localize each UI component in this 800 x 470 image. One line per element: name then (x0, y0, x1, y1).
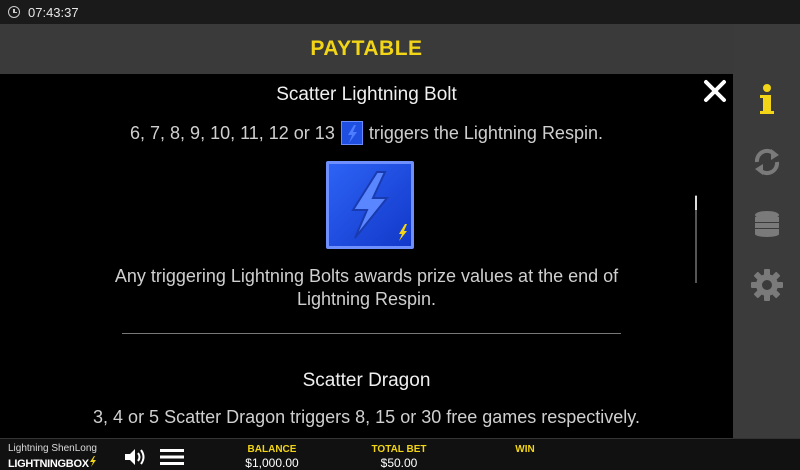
menu-icon[interactable] (160, 448, 184, 466)
game-name: Lightning ShenLong (8, 443, 97, 454)
info-button[interactable] (733, 70, 800, 130)
lightning-bolt-mini-icon (340, 121, 363, 145)
paytable-header: PAYTABLE (0, 24, 733, 74)
total-bet-value: $50.00 (380, 456, 418, 470)
scatter-bolt-title: Scatter Lightning Bolt (276, 84, 457, 105)
scrollbar-thumb[interactable] (695, 196, 697, 210)
gear-icon (750, 269, 783, 301)
lightning-bolt-symbol-icon (326, 161, 414, 249)
brand-logo: LIGHTNINGBOX (8, 456, 97, 470)
win-label: WIN (515, 444, 535, 455)
bolt-logo-icon (89, 456, 96, 467)
bet-button[interactable] (733, 194, 800, 254)
settings-button[interactable] (733, 255, 800, 315)
respin-icon (754, 148, 779, 176)
autoplay-button[interactable] (733, 132, 800, 192)
bolt-description: Any triggering Lightning Bolts awards pr… (114, 266, 619, 309)
clock-icon (8, 6, 20, 18)
sidebar (733, 24, 800, 438)
scatter-dragon-title: Scatter Dragon (302, 370, 431, 391)
dragon-description: 3, 4 or 5 Scatter Dragon triggers 8, 15 … (93, 407, 640, 427)
balance-label: BALANCE (247, 444, 297, 455)
balance-value: $1,000.00 (245, 456, 299, 470)
status-time: 07:43:37 (28, 4, 79, 20)
info-icon (759, 84, 774, 114)
trigger-text: 6, 7, 8, 9, 10, 11, 12 or 13 triggers th… (0, 121, 733, 145)
bottom-bar: Lightning ShenLong LIGHTNINGBOX BALANCE … (0, 438, 800, 470)
sound-icon[interactable] (124, 448, 148, 466)
status-bar: 07:43:37 (0, 0, 800, 24)
coins-icon (754, 211, 779, 237)
trigger-prefix: 6, 7, 8, 9, 10, 11, 12 or 13 (130, 122, 335, 143)
trigger-suffix: triggers the Lightning Respin. (368, 122, 603, 143)
section-divider (122, 333, 621, 334)
page-title: PAYTABLE (310, 37, 423, 60)
total-bet-label: TOTAL BET (371, 444, 427, 455)
